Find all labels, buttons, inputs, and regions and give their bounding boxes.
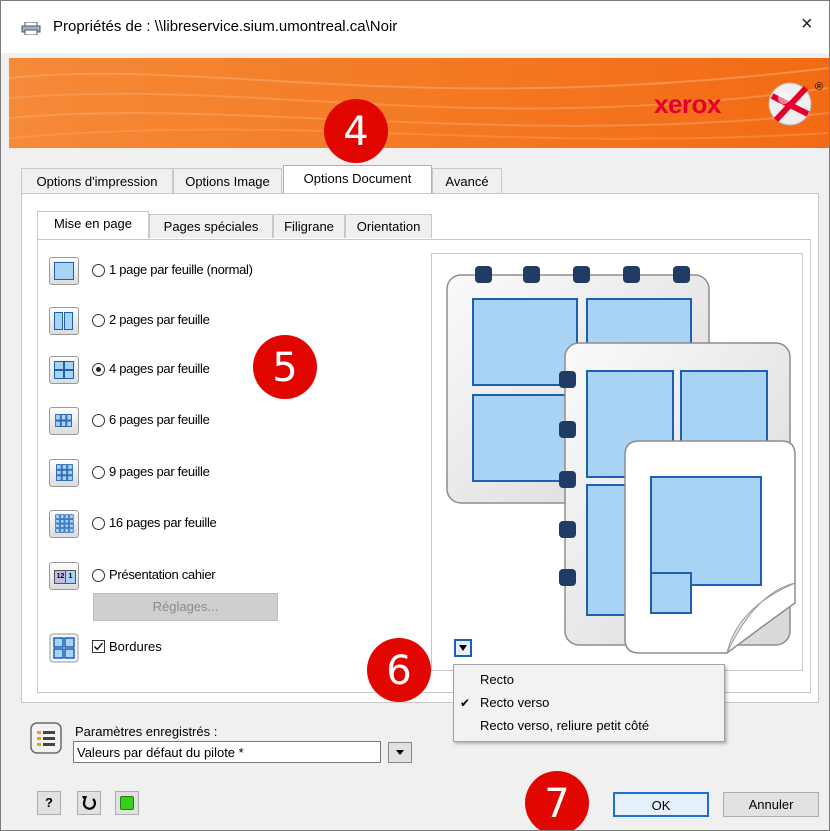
annotation-badge-4: 4 bbox=[324, 99, 388, 163]
xerox-logo-text: xerox bbox=[654, 89, 721, 119]
subtab-orientation[interactable]: Orientation bbox=[345, 214, 432, 238]
radio-9-pages[interactable] bbox=[92, 466, 105, 479]
saved-settings-label: Paramètres enregistrés : bbox=[75, 724, 218, 739]
printer-properties-window: Propriétés de : \\libreservice.sium.umon… bbox=[0, 0, 830, 831]
two-pages-icon bbox=[49, 307, 79, 335]
status-button[interactable] bbox=[115, 791, 139, 815]
one-page-icon bbox=[49, 257, 79, 285]
registered-mark: ® bbox=[815, 81, 824, 93]
tab-options-image[interactable]: Options Image bbox=[173, 168, 282, 193]
nine-pages-icon bbox=[49, 459, 79, 487]
reset-button[interactable] bbox=[77, 791, 101, 815]
saved-settings-dropdown-button[interactable] bbox=[388, 742, 412, 763]
radio-4-pages[interactable] bbox=[92, 363, 105, 376]
radio-2-pages[interactable] bbox=[92, 314, 105, 327]
annotation-badge-5: 5 bbox=[253, 335, 317, 399]
settings-button[interactable]: Réglages... bbox=[93, 593, 278, 621]
checkmark-icon: ✔ bbox=[460, 696, 471, 710]
sixteen-pages-icon bbox=[49, 510, 79, 538]
option-label: 9 pages par feuille bbox=[109, 464, 210, 479]
help-button[interactable]: ? bbox=[37, 791, 61, 815]
borders-checkbox[interactable] bbox=[92, 640, 105, 653]
refresh-icon bbox=[82, 796, 97, 810]
option-label: Présentation cahier bbox=[109, 567, 216, 582]
duplex-menu: Recto ✔ Recto verso Recto verso, reliure… bbox=[453, 664, 725, 742]
annotation-badge-7: 7 bbox=[525, 771, 589, 830]
option-label: 1 page par feuille (normal) bbox=[109, 262, 253, 277]
booklet-num-right: 1 bbox=[65, 570, 76, 584]
radio-6-pages[interactable] bbox=[92, 414, 105, 427]
saved-settings-select[interactable]: Valeurs par défaut du pilote * bbox=[73, 741, 381, 763]
main-tab-strip: Options d'impression Options Image Optio… bbox=[21, 165, 521, 194]
triangle-down-icon bbox=[459, 645, 467, 651]
borders-icon bbox=[49, 633, 79, 663]
ok-button[interactable]: OK bbox=[613, 792, 709, 817]
option-label: 2 pages par feuille bbox=[109, 312, 210, 327]
saved-settings-icon bbox=[30, 722, 62, 754]
multi-page-preview-illustration bbox=[446, 266, 796, 654]
green-status-icon bbox=[120, 796, 134, 810]
tab-options-impression[interactable]: Options d'impression bbox=[21, 168, 173, 193]
menu-item-recto-verso[interactable]: Recto verso bbox=[480, 695, 549, 710]
booklet-icon: 12 1 bbox=[49, 562, 79, 590]
saved-settings-value: Valeurs par défaut du pilote * bbox=[77, 745, 244, 760]
subtab-mise-en-page[interactable]: Mise en page bbox=[37, 211, 149, 239]
radio-booklet[interactable] bbox=[92, 569, 105, 582]
cancel-button[interactable]: Annuler bbox=[723, 792, 819, 817]
duplex-dropdown-button[interactable] bbox=[454, 639, 472, 657]
radio-1-page[interactable] bbox=[92, 264, 105, 277]
close-button[interactable]: × bbox=[801, 13, 813, 36]
subtab-pages-speciales[interactable]: Pages spéciales bbox=[149, 214, 273, 238]
triangle-down-icon bbox=[396, 750, 404, 755]
tab-avance[interactable]: Avancé bbox=[432, 168, 502, 193]
four-pages-icon bbox=[49, 356, 79, 384]
check-icon bbox=[93, 642, 104, 651]
sub-tab-strip: Mise en page Pages spéciales Filigrane O… bbox=[37, 211, 437, 240]
option-label: 4 pages par feuille bbox=[109, 361, 210, 376]
annotation-badge-6: 6 bbox=[367, 638, 431, 702]
option-label: 6 pages par feuille bbox=[109, 412, 210, 427]
title-bar: Propriétés de : \\libreservice.sium.umon… bbox=[1, 1, 829, 53]
radio-16-pages[interactable] bbox=[92, 517, 105, 530]
menu-item-recto-verso-petit-cote[interactable]: Recto verso, reliure petit côté bbox=[480, 718, 649, 733]
xerox-sphere-icon bbox=[768, 82, 812, 126]
subtab-filigrane[interactable]: Filigrane bbox=[273, 214, 345, 238]
tab-options-document[interactable]: Options Document bbox=[283, 165, 432, 194]
window-title: Propriétés de : \\libreservice.sium.umon… bbox=[53, 18, 398, 35]
borders-label: Bordures bbox=[109, 639, 162, 654]
menu-item-recto[interactable]: Recto bbox=[480, 672, 514, 687]
option-label: 16 pages par feuille bbox=[109, 515, 217, 530]
printer-icon bbox=[21, 22, 41, 35]
six-pages-icon bbox=[49, 407, 79, 435]
